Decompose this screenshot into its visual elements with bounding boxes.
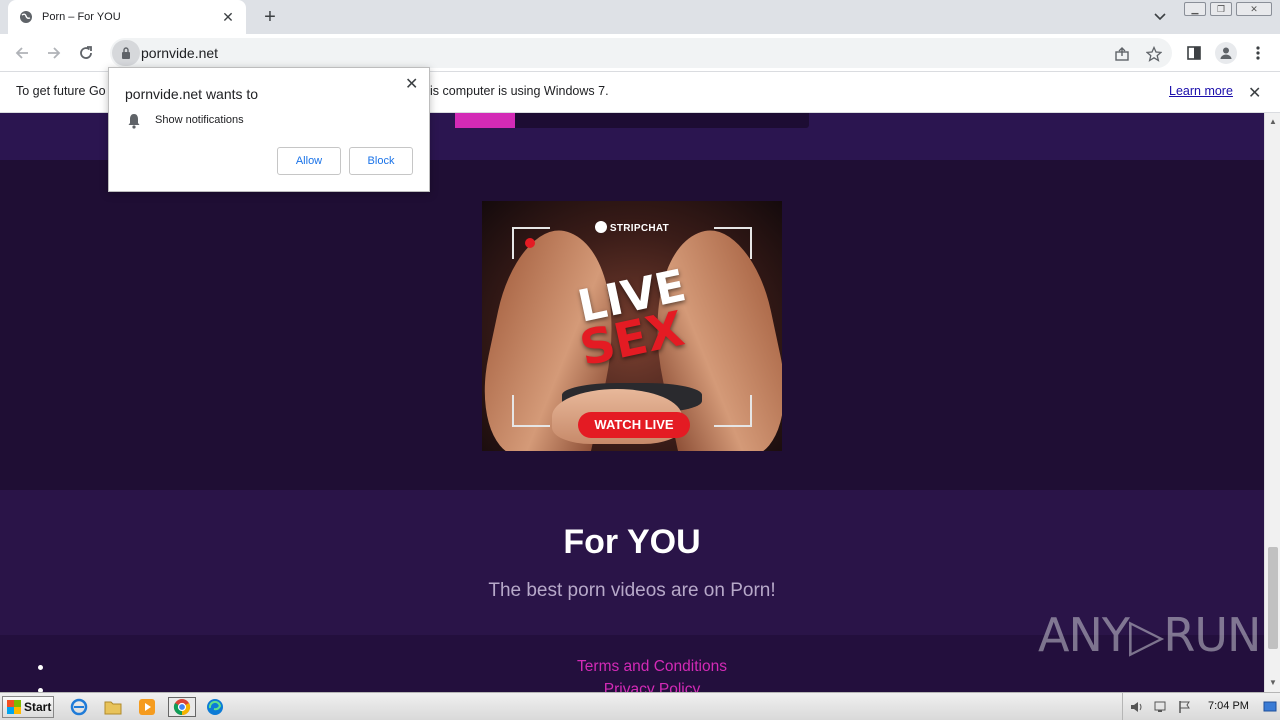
popup-close-icon[interactable]: ✕ [405,74,418,94]
info-bar-close-icon[interactable]: ✕ [1248,83,1261,103]
media-player-icon[interactable] [136,697,158,717]
scroll-up-icon[interactable]: ▲ [1265,115,1280,129]
block-button[interactable]: Block [349,147,413,175]
learn-more-link[interactable]: Learn more [1169,84,1233,98]
start-button[interactable]: Start [2,696,54,718]
lock-icon[interactable] [112,40,140,66]
windows-taskbar: Start 7:04 PM [0,692,1280,720]
edge-icon[interactable] [204,697,226,717]
tab-close-icon[interactable]: ✕ [220,9,236,26]
minimize-button[interactable]: ▁ [1184,2,1206,16]
frame-corner [512,395,550,427]
ie-icon[interactable] [68,697,90,717]
bell-icon [127,113,141,129]
record-dot-icon [525,238,535,248]
reload-icon[interactable] [74,41,98,65]
windows-logo-icon [7,700,21,714]
frame-corner [714,395,752,427]
info-bar-message-left: To get future Go [16,84,106,98]
forward-icon[interactable] [42,41,66,65]
page-subtitle: The best porn videos are on Porn! [488,580,776,601]
window-close-button[interactable]: ✕ [1236,2,1272,16]
chevron-down-icon[interactable] [1150,7,1170,27]
restore-button[interactable]: ❐ [1210,2,1232,16]
show-desktop-icon[interactable] [1263,700,1277,719]
progress-fill [455,113,516,128]
privacy-link[interactable]: Privacy Policy [0,681,1264,692]
allow-button[interactable]: Allow [277,147,341,175]
folder-icon[interactable] [102,697,124,717]
watch-live-button[interactable]: WATCH LIVE [578,412,690,438]
kebab-menu-icon[interactable] [1248,43,1268,63]
permission-label: Show notifications [155,114,244,126]
scroll-down-icon[interactable]: ▼ [1265,676,1280,690]
tab-title: Porn – For YOU [42,11,121,23]
ad-banner[interactable]: STRIPCHAT LIVE SEX WATCH LIVE [482,201,782,451]
stripchat-logo-icon [594,221,607,233]
new-tab-button[interactable]: + [258,5,282,29]
action-center-flag-icon[interactable] [1177,699,1193,720]
back-icon[interactable] [10,41,34,65]
address-bar[interactable]: pornvide.net [110,38,1172,68]
volume-icon[interactable] [1129,699,1145,720]
scroll-thumb[interactable] [1268,547,1278,649]
sidepanel-icon[interactable] [1184,43,1204,63]
ad-brand: STRIPCHAT [482,221,782,234]
taskbar-clock: 7:04 PM [1208,700,1249,712]
page-title: For YOU [563,523,701,561]
star-icon[interactable] [1145,45,1163,63]
url-text[interactable]: pornvide.net [141,45,218,61]
page-scrollbar[interactable]: ▲ ▼ [1264,113,1280,692]
share-icon[interactable] [1113,45,1131,63]
chrome-icon[interactable] [168,697,196,717]
network-icon[interactable] [1153,699,1169,720]
anyrun-watermark: ANY▷RUN [1038,608,1261,662]
tab-active[interactable]: Porn – For YOU ✕ [8,0,246,34]
progress-bar [455,113,809,128]
info-bar-message-right: is computer is using Windows 7. [430,84,609,98]
web-page: STRIPCHAT LIVE SEX WATCH LIVE For YOU Th… [0,113,1264,692]
popup-title: pornvide.net wants to [125,86,259,102]
tab-strip: Porn – For YOU ✕ + ▁ ❐ ✕ [0,0,1280,34]
globe-icon [18,9,34,25]
notification-permission-popup: pornvide.net wants to ✕ Show notificatio… [108,67,430,192]
profile-icon[interactable] [1215,42,1237,64]
system-tray [1122,693,1280,720]
